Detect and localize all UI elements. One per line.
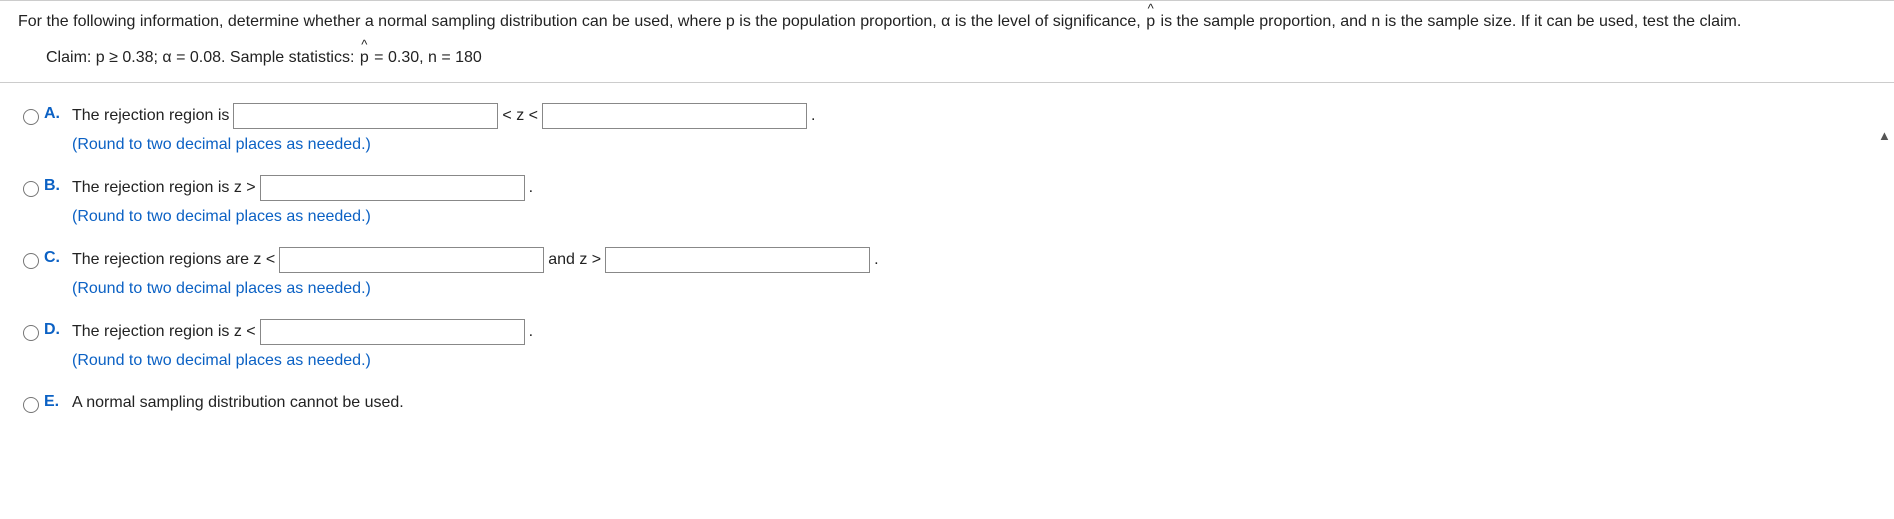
option-a-input-lower[interactable] [233, 103, 498, 129]
p-hat-symbol-claim: ^p [360, 47, 369, 69]
hat-icon: ^ [360, 38, 369, 51]
option-a-line1: The rejection region is < z < . [72, 103, 1876, 129]
p-hat-symbol: ^p [1146, 11, 1155, 33]
option-d-note: (Round to two decimal places as needed.) [72, 349, 1876, 373]
option-d-end: . [529, 320, 533, 344]
option-e-line1: A normal sampling distribution cannot be… [72, 391, 1876, 415]
option-c-end: . [874, 248, 878, 272]
radio-wrap-b [18, 175, 44, 202]
option-a-body: The rejection region is < z < . (Round t… [72, 103, 1876, 157]
claim-text-pre: Claim: p ≥ 0.38; α = 0.08. Sample statis… [46, 49, 359, 66]
option-c-text1: The rejection regions are z < [72, 248, 275, 272]
option-d-input[interactable] [260, 319, 525, 345]
hat-icon: ^ [1146, 2, 1155, 15]
option-b-label: B. [44, 175, 72, 195]
option-e-body: A normal sampling distribution cannot be… [72, 391, 1876, 415]
option-a-radio[interactable] [23, 109, 39, 125]
question-intro: For the following information, determine… [18, 11, 1876, 33]
option-c-radio[interactable] [23, 253, 39, 269]
option-c-line1: The rejection regions are z < and z > . [72, 247, 1876, 273]
option-b-input[interactable] [260, 175, 525, 201]
claim-text-after: = 0.30, n = 180 [370, 49, 482, 66]
option-b-end: . [529, 176, 533, 200]
option-e-radio[interactable] [23, 397, 39, 413]
option-a-input-upper[interactable] [542, 103, 807, 129]
radio-wrap-e [18, 391, 44, 418]
option-e-row: E. A normal sampling distribution cannot… [18, 391, 1876, 418]
option-b-note: (Round to two decimal places as needed.) [72, 205, 1876, 229]
intro-text-part1: For the following information, determine… [18, 13, 1145, 30]
radio-wrap-d [18, 319, 44, 346]
option-d-row: D. The rejection region is z < . (Round … [18, 319, 1876, 373]
option-a-note: (Round to two decimal places as needed.) [72, 133, 1876, 157]
option-d-text1: The rejection region is z < [72, 320, 256, 344]
option-c-input-lower[interactable] [279, 247, 544, 273]
option-c-mid: and z > [548, 248, 601, 272]
option-a-text1: The rejection region is [72, 104, 229, 128]
option-c-input-upper[interactable] [605, 247, 870, 273]
option-e-text1: A normal sampling distribution cannot be… [72, 391, 404, 415]
option-b-line1: The rejection region is z > . [72, 175, 1876, 201]
intro-text-part2: is the sample proportion, and n is the s… [1156, 13, 1741, 30]
scroll-up-icon[interactable]: ▲ [1878, 128, 1892, 142]
option-a-end: . [811, 104, 815, 128]
question-page: For the following information, determine… [0, 0, 1894, 428]
option-a-mid: < z < [502, 104, 538, 128]
radio-wrap-c [18, 247, 44, 274]
claim-line: Claim: p ≥ 0.38; α = 0.08. Sample statis… [18, 47, 1876, 69]
option-c-note: (Round to two decimal places as needed.) [72, 277, 1876, 301]
option-b-body: The rejection region is z > . (Round to … [72, 175, 1876, 229]
option-c-row: C. The rejection regions are z < and z >… [18, 247, 1876, 301]
option-a-label: A. [44, 103, 72, 123]
option-d-line1: The rejection region is z < . [72, 319, 1876, 345]
option-c-body: The rejection regions are z < and z > . … [72, 247, 1876, 301]
option-e-label: E. [44, 391, 72, 411]
option-c-label: C. [44, 247, 72, 267]
option-b-row: B. The rejection region is z > . (Round … [18, 175, 1876, 229]
option-a-row: A. The rejection region is < z < . (Roun… [18, 103, 1876, 157]
option-d-body: The rejection region is z < . (Round to … [72, 319, 1876, 373]
option-b-text1: The rejection region is z > [72, 176, 256, 200]
question-header: For the following information, determine… [0, 0, 1894, 83]
options-block: A. The rejection region is < z < . (Roun… [0, 83, 1894, 428]
option-b-radio[interactable] [23, 181, 39, 197]
radio-wrap-a [18, 103, 44, 130]
option-d-radio[interactable] [23, 325, 39, 341]
option-d-label: D. [44, 319, 72, 339]
